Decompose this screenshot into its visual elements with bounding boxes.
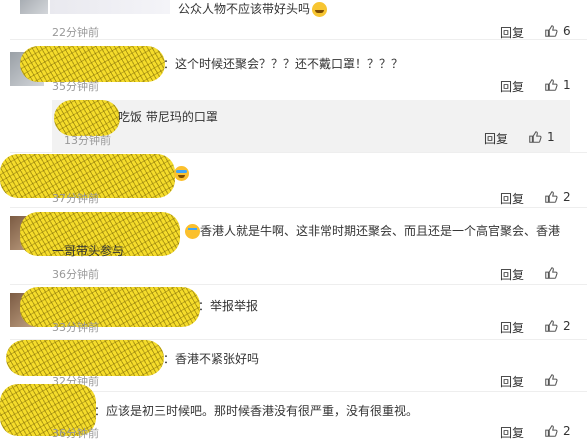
thumbs-up-icon — [529, 131, 542, 143]
reply-button[interactable]: 回复 — [500, 190, 524, 207]
comment-text-content: 香港人就是牛啊、这非常时期还聚会、而且还是一个高官聚会、香港 — [200, 224, 561, 238]
like-count: 2 — [563, 319, 571, 333]
comment-text: ：举报举报 — [198, 299, 259, 313]
reply-button[interactable]: 回复 — [500, 78, 524, 95]
comment-item: 公众人物不应该带好头吗 22分钟前 回复 6 — [0, 0, 587, 40]
pin-emoji-icon — [185, 224, 200, 239]
sub-reply: 吃饭 带尼玛的口罩 13分钟前 回复 1 — [52, 100, 570, 152]
comment-text: 公众人物不应该带好头吗 — [178, 0, 328, 17]
like-button[interactable]: 6 — [544, 24, 571, 38]
comment-text-line2: 一哥带头参与 — [52, 244, 125, 258]
reply-button[interactable]: 回复 — [500, 319, 524, 336]
laughing-emoji-icon — [174, 166, 189, 181]
comment-item: 37分钟前 回复 2 — [0, 152, 587, 207]
redacted-username — [20, 46, 165, 82]
thumbs-up-icon — [545, 425, 558, 437]
reply-button[interactable]: 回复 — [484, 130, 508, 147]
sub-reply-text: 吃饭 带尼玛的口罩 — [118, 110, 218, 124]
like-button[interactable]: 2 — [544, 319, 571, 333]
timestamp: 36分钟前 — [52, 268, 99, 281]
thumbs-up-icon — [545, 25, 558, 37]
reply-button[interactable]: 回复 — [500, 373, 524, 390]
timestamp: 22分钟前 — [52, 26, 99, 39]
timestamp: 13分钟前 — [64, 134, 111, 147]
thumbs-up-icon — [545, 267, 558, 279]
reply-button[interactable]: 回复 — [500, 424, 524, 441]
comment-text-content: 公众人物不应该带好头吗 — [178, 2, 311, 16]
like-button[interactable]: 2 — [544, 424, 571, 438]
comment-text: 香港人就是牛啊、这非常时期还聚会、而且还是一个高官聚会、香港 — [183, 222, 560, 239]
comment-item: ：香港不紧张好吗 32分钟前 回复 — [0, 340, 587, 392]
comment-item: ：应该是初三时候吧。那时候香港没有很严重，没有很重视。 36分钟前 回复 2 — [0, 384, 587, 441]
thumbs-up-icon — [545, 191, 558, 203]
thumbs-up-icon — [545, 79, 558, 91]
timestamp: 33分钟前 — [52, 321, 99, 334]
comment-text: ：应该是初三时候吧。那时候香港没有很严重，没有很重视。 — [94, 404, 419, 418]
timestamp: 36分钟前 — [52, 427, 99, 440]
redacted-username — [6, 340, 164, 376]
redacted-username — [20, 287, 200, 327]
like-count: 6 — [563, 24, 571, 38]
like-count: 2 — [563, 190, 571, 204]
comment-text: ：这个时候还聚会？？？还不戴口罩！？？？ — [163, 57, 404, 71]
like-count: 1 — [547, 130, 555, 144]
avatar[interactable] — [20, 0, 48, 14]
comment-text: ：香港不紧张好吗 — [163, 352, 260, 366]
grin-emoji-icon — [312, 2, 328, 17]
like-button[interactable]: 2 — [544, 190, 571, 204]
timestamp: 35分钟前 — [52, 80, 99, 93]
reply-button[interactable]: 回复 — [500, 266, 524, 283]
like-button[interactable]: 1 — [544, 78, 571, 92]
redacted-username — [50, 0, 170, 14]
like-button[interactable] — [544, 266, 563, 280]
like-button[interactable]: 1 — [528, 130, 555, 144]
redacted-username — [54, 100, 120, 136]
timestamp: 37分钟前 — [52, 192, 99, 205]
thumbs-up-icon — [545, 374, 558, 386]
like-button[interactable] — [544, 373, 563, 387]
like-count: 2 — [563, 424, 571, 438]
comment-item: 香港人就是牛啊、这非常时期还聚会、而且还是一个高官聚会、香港 一哥带头参与 36… — [0, 208, 587, 284]
like-count: 1 — [563, 78, 571, 92]
comment-text — [172, 166, 189, 181]
thumbs-up-icon — [545, 320, 558, 332]
comment-item: ：举报举报 33分钟前 回复 2 — [0, 285, 587, 340]
